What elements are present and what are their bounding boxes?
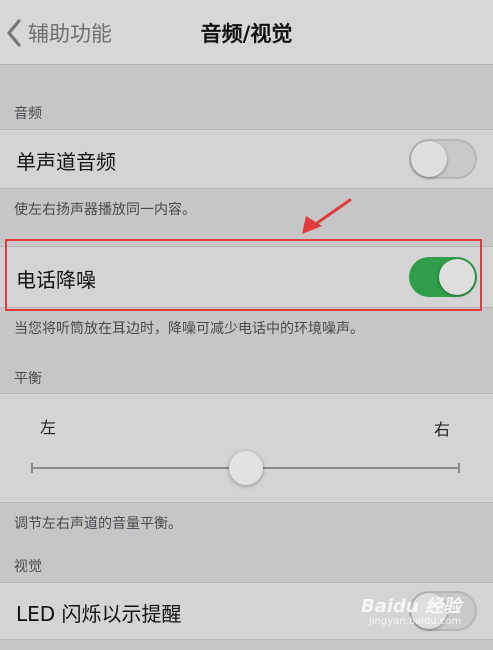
slider-tick-left xyxy=(31,463,33,473)
red-arrow-icon xyxy=(302,198,352,234)
noise-cancellation-footer: 当您将听筒放在耳边时，降噪可减少电话中的环境噪声。 xyxy=(14,321,364,337)
highlight-box xyxy=(5,239,482,311)
mono-audio-row: 单声道音频 xyxy=(0,129,493,189)
mono-audio-footer: 使左右扬声器播放同一内容。 xyxy=(14,202,196,218)
balance-right-label: 右 xyxy=(434,420,451,439)
watermark-brand: Baidu 经验 xyxy=(361,596,462,617)
section-header-visual: 视觉 xyxy=(14,559,42,575)
balance-row: 左 右 xyxy=(0,393,493,503)
section-header-audio: 音频 xyxy=(14,106,42,122)
watermark-url: jingyan.baidu.com xyxy=(369,616,462,627)
toggle-knob xyxy=(411,141,447,177)
navigation-bar: 辅助功能 音频/视觉 xyxy=(0,0,493,65)
balance-footer: 调节左右声道的音量平衡。 xyxy=(14,516,182,532)
mono-audio-toggle[interactable] xyxy=(409,139,477,179)
baidu-watermark: Baidu 经验 jingyan.baidu.com xyxy=(361,592,471,638)
balance-slider-thumb[interactable] xyxy=(229,451,263,485)
section-header-balance: 平衡 xyxy=(14,371,42,387)
mono-audio-label: 单声道音频 xyxy=(16,150,116,174)
balance-left-label: 左 xyxy=(40,418,57,437)
page-title: 音频/视觉 xyxy=(200,22,293,46)
slider-tick-right xyxy=(458,463,460,473)
led-flash-label: LED 闪烁以示提醒 xyxy=(16,602,182,626)
